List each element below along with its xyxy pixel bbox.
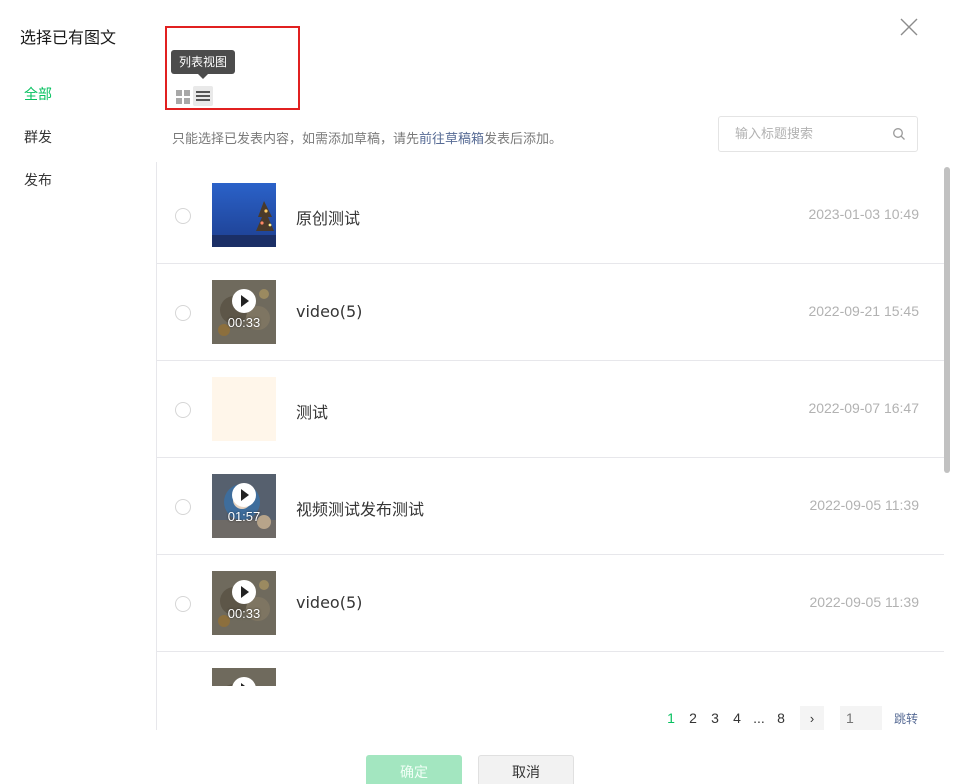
video-thumbnail	[212, 668, 276, 686]
pagination: 1 2 3 4 ... 8 › 跳转	[660, 706, 918, 730]
list-item[interactable]: 00:33 video(5) 2022-09-21 15:45	[157, 264, 944, 361]
tip-text-prefix: 只能选择已发表内容，如需添加草稿，请先	[172, 132, 420, 147]
select-article-dialog: 选择已有图文 全部 群发 发布 列表视图 只能选择已发表内容，如需添加草稿，请先…	[0, 0, 961, 784]
article-date: 2022-09-21 15:45	[808, 303, 919, 319]
play-icon	[232, 289, 256, 313]
sidebar-item-mass-send[interactable]: 群发	[0, 123, 156, 166]
select-radio[interactable]	[175, 402, 191, 418]
article-title: 视频测试发布测试	[296, 500, 425, 519]
play-icon	[232, 580, 256, 604]
search-input[interactable]	[735, 117, 895, 151]
article-title: video(5)	[296, 302, 363, 321]
list-item[interactable]: 01:57 视频测试发布测试 2022-09-05 11:39	[157, 458, 944, 555]
list-item[interactable]	[157, 652, 944, 686]
page-2[interactable]: 2	[682, 710, 704, 726]
dialog-title: 选择已有图文	[20, 28, 117, 47]
page-8[interactable]: 8	[770, 710, 792, 726]
publish-tip: 只能选择已发表内容，如需添加草稿，请先前往草稿箱发表后添加。	[172, 128, 562, 147]
page-4[interactable]: 4	[726, 710, 748, 726]
next-page-button[interactable]: ›	[800, 706, 824, 730]
video-thumbnail: 00:33	[212, 280, 276, 344]
page-1[interactable]: 1	[660, 710, 682, 726]
close-icon[interactable]	[898, 16, 920, 38]
cancel-button[interactable]: 取消	[478, 755, 574, 784]
article-list: 原创测试 2023-01-03 10:49 00:33 video(5) 202…	[157, 167, 944, 686]
list-item[interactable]: 测试 2022-09-07 16:47	[157, 361, 944, 458]
list-item[interactable]: 00:33 video(5) 2022-09-05 11:39	[157, 555, 944, 652]
search-icon[interactable]	[892, 126, 906, 140]
page-jump-input[interactable]	[840, 706, 882, 730]
page-3[interactable]: 3	[704, 710, 726, 726]
video-duration: 00:33	[227, 315, 261, 330]
sidebar-item-all[interactable]: 全部	[0, 80, 156, 123]
video-thumbnail: 00:33	[212, 571, 276, 635]
article-date: 2022-09-07 16:47	[808, 400, 919, 416]
article-date: 2022-09-05 11:39	[809, 497, 920, 513]
page-jump-button[interactable]: 跳转	[894, 710, 918, 727]
search-box	[718, 116, 918, 152]
page-ellipsis: ...	[753, 710, 765, 726]
list-view-tooltip: 列表视图	[171, 50, 235, 79]
select-radio[interactable]	[175, 499, 191, 515]
article-thumbnail	[212, 377, 276, 441]
article-title: video(5)	[296, 593, 363, 612]
video-thumbnail: 01:57	[212, 474, 276, 538]
video-duration: 01:57	[227, 509, 261, 524]
article-date: 2022-09-05 11:39	[809, 594, 920, 610]
article-thumbnail	[212, 183, 276, 247]
select-radio[interactable]	[175, 596, 191, 612]
select-radio[interactable]	[175, 305, 191, 321]
drafts-link[interactable]: 前往草稿箱	[419, 132, 484, 147]
confirm-button[interactable]: 确定	[366, 755, 462, 784]
tip-text-suffix: 发表后添加。	[484, 132, 563, 147]
sidebar-item-publish[interactable]: 发布	[0, 166, 156, 209]
sidebar: 全部 群发 发布	[0, 80, 156, 209]
list-scrollbar[interactable]	[944, 167, 950, 473]
video-duration: 00:33	[227, 606, 261, 621]
list-item[interactable]: 原创测试 2023-01-03 10:49	[157, 167, 944, 264]
select-radio[interactable]	[175, 208, 191, 224]
article-title: 测试	[296, 403, 329, 422]
article-date: 2023-01-03 10:49	[808, 206, 919, 222]
grid-view-icon[interactable]	[176, 89, 190, 104]
play-icon	[232, 483, 256, 507]
list-view-icon[interactable]	[193, 86, 213, 106]
article-title: 原创测试	[296, 209, 361, 228]
